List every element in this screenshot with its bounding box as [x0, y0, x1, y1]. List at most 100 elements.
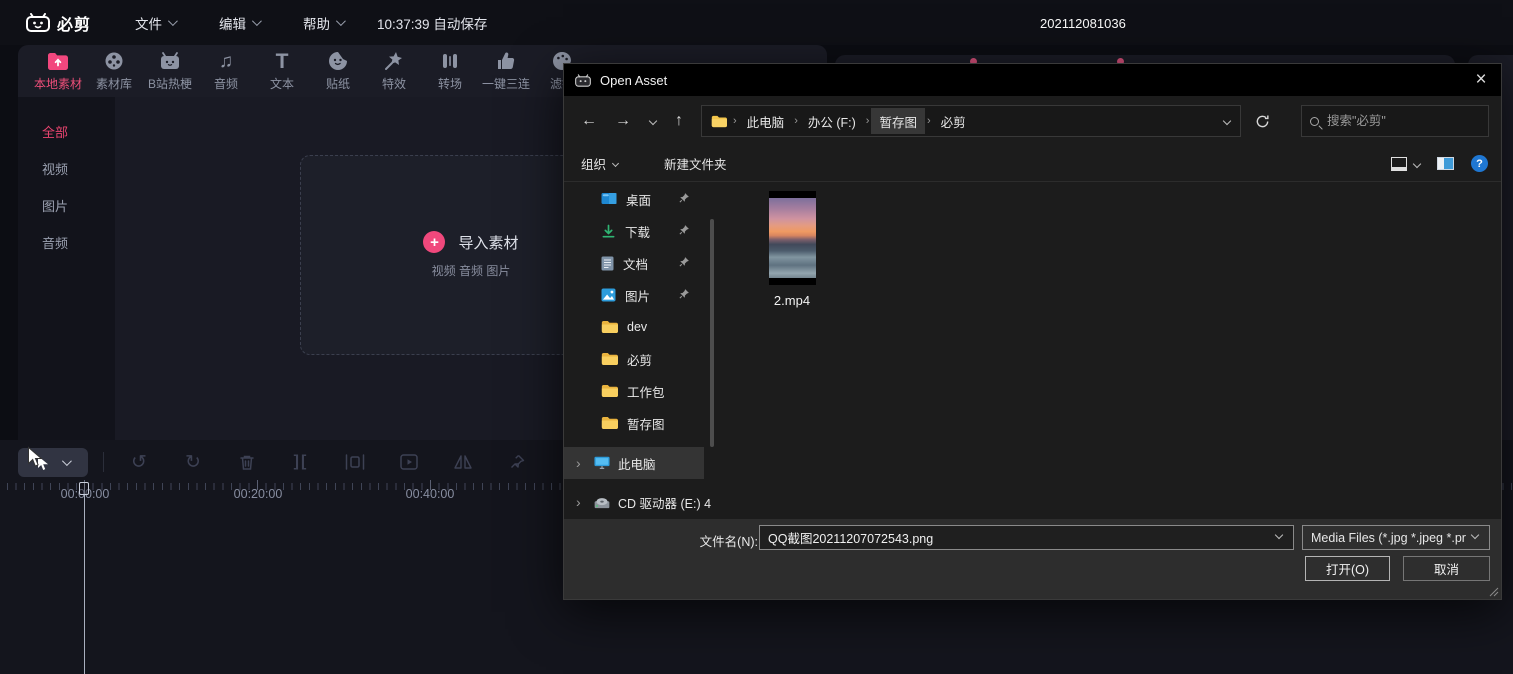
breadcrumb-drive-f[interactable]: 办公 (F:)	[800, 108, 864, 134]
sidebar-item-label: 工作包	[627, 382, 665, 401]
delete-icon[interactable]	[220, 446, 274, 478]
pin-icon	[678, 256, 690, 268]
tab-local-media[interactable]: 本地素材	[30, 50, 86, 92]
new-folder-label: 新建文件夹	[664, 154, 727, 173]
redo-icon[interactable]: ↻	[166, 446, 220, 478]
search-box[interactable]	[1301, 105, 1489, 137]
tab-label: 素材库	[96, 75, 132, 92]
up-icon[interactable]: ↑	[666, 108, 692, 134]
film-reel-icon	[104, 50, 124, 72]
recent-locations-icon[interactable]	[640, 108, 666, 134]
sidebar-item-cd-drive[interactable]: › CD 驱动器 (E:) 4	[564, 486, 714, 518]
dialog-titlebar[interactable]: Open Asset ×	[564, 64, 1501, 96]
category-image[interactable]: 图片	[18, 187, 115, 224]
filetype-select[interactable]: Media Files (*.jpg *.jpeg *.pr	[1302, 525, 1490, 550]
playhead[interactable]	[84, 482, 85, 674]
tab-one-key-triple[interactable]: 一键三连	[478, 50, 534, 92]
select-tool-button[interactable]	[18, 448, 88, 477]
category-video[interactable]: 视频	[18, 150, 115, 187]
filename-input[interactable]	[759, 525, 1294, 550]
tab-transitions[interactable]: 转场	[422, 50, 478, 92]
sidebar-item-label: 桌面	[626, 190, 651, 209]
dialog-title: Open Asset	[600, 73, 667, 88]
category-all[interactable]: 全部	[18, 113, 115, 150]
pin-icon[interactable]	[490, 446, 544, 478]
chevron-down-icon	[168, 16, 178, 26]
freeze-frame-icon[interactable]	[382, 446, 436, 478]
crop-icon[interactable]	[328, 446, 382, 478]
pin-icon	[678, 224, 690, 236]
address-bar[interactable]: › 此电脑 › 办公 (F:) › 暂存图 › 必剪	[701, 105, 1241, 137]
tab-bilibili-memes[interactable]: B站热梗	[142, 50, 198, 92]
divider	[103, 452, 104, 472]
playhead-handle[interactable]	[79, 482, 89, 495]
tab-label: 音频	[214, 75, 238, 92]
breadcrumb-separator: ›	[792, 115, 800, 127]
sidebar-item-label: 图片	[625, 286, 650, 305]
change-view-button[interactable]	[1391, 157, 1420, 171]
breadcrumb-separator: ›	[731, 115, 739, 127]
refresh-icon[interactable]	[1249, 108, 1275, 134]
breadcrumb-separator: ›	[925, 115, 933, 127]
music-note-icon: ♫	[219, 50, 233, 72]
menu-file[interactable]: 文件	[135, 13, 175, 33]
tab-label: 转场	[438, 75, 462, 92]
sidebar-scrollbar[interactable]	[710, 219, 714, 447]
tab-stickers[interactable]: 贴纸	[310, 50, 366, 92]
tab-effects[interactable]: 特效	[366, 50, 422, 92]
search-icon	[1310, 117, 1319, 126]
sunset-thumbnail-image	[769, 198, 816, 278]
open-button[interactable]: 打开(O)	[1305, 556, 1390, 581]
app-logo-text: 必剪	[57, 11, 91, 35]
menu-edit[interactable]: 编辑	[219, 13, 259, 33]
split-clip-icon[interactable]: ][	[274, 446, 328, 478]
menu-help[interactable]: 帮助	[303, 13, 343, 33]
tab-label: B站热梗	[148, 75, 192, 92]
sidebar-item-label: 暂存图	[627, 414, 665, 433]
sidebar-item-this-pc[interactable]: › 此电脑	[564, 447, 704, 479]
file-list-area[interactable]: 2.mp4	[720, 183, 1493, 519]
address-dropdown-icon[interactable]	[1223, 117, 1231, 125]
tab-label: 一键三连	[482, 75, 530, 92]
tab-text[interactable]: T 文本	[254, 50, 310, 92]
category-audio[interactable]: 音频	[18, 224, 115, 261]
filetype-value: Media Files (*.jpg *.jpeg *.pr	[1311, 531, 1466, 545]
cancel-button[interactable]: 取消	[1403, 556, 1490, 581]
search-input[interactable]	[1327, 114, 1457, 128]
undo-icon[interactable]: ↺	[112, 446, 166, 478]
breadcrumb-this-pc[interactable]: 此电脑	[739, 108, 793, 134]
expand-chevron-icon[interactable]: ›	[576, 455, 586, 471]
mirror-flip-icon[interactable]	[436, 446, 490, 478]
tab-asset-library[interactable]: 素材库	[86, 50, 142, 92]
menu-help-label: 帮助	[303, 13, 330, 33]
import-hint: 视频 音频 图片	[432, 262, 511, 279]
sidebar-item-label: dev	[627, 320, 647, 334]
close-icon[interactable]: ×	[1467, 67, 1495, 93]
organize-button[interactable]: 组织	[572, 149, 627, 178]
forward-icon[interactable]: →	[610, 108, 636, 134]
dialog-footer: 文件名(N): Media Files (*.jpg *.jpeg *.pr 打…	[564, 519, 1501, 599]
file-item-video[interactable]: 2.mp4	[766, 191, 818, 308]
expand-chevron-icon[interactable]: ›	[576, 494, 586, 510]
sidebar-item-desktop[interactable]: 桌面	[564, 183, 714, 215]
sidebar-item-zancuntu[interactable]: 暂存图	[564, 407, 714, 439]
tab-audio[interactable]: ♫ 音频	[198, 50, 254, 92]
new-folder-button[interactable]: 新建文件夹	[655, 149, 736, 178]
help-icon[interactable]: ?	[1471, 155, 1488, 172]
sidebar-item-downloads[interactable]: 下载	[564, 215, 714, 247]
import-label: 导入素材	[458, 232, 518, 253]
sidebar-item-dev[interactable]: dev	[564, 311, 714, 343]
sidebar-item-bijian[interactable]: 必剪	[564, 343, 714, 375]
sidebar-item-pictures[interactable]: 图片	[564, 279, 714, 311]
sticker-icon	[328, 50, 348, 72]
resize-grip[interactable]	[1489, 587, 1499, 597]
sidebar-item-label: 此电脑	[618, 454, 656, 473]
sidebar-item-gongzuobao[interactable]: 工作包	[564, 375, 714, 407]
preview-pane-icon[interactable]	[1437, 157, 1454, 170]
breadcrumb-zancuntu[interactable]: 暂存图	[871, 108, 925, 134]
breadcrumb-separator: ›	[864, 115, 872, 127]
sidebar-item-documents[interactable]: 文档	[564, 247, 714, 279]
breadcrumb-bijian[interactable]: 必剪	[933, 108, 974, 134]
dialog-app-icon	[575, 74, 591, 87]
back-icon[interactable]: ←	[576, 108, 602, 134]
